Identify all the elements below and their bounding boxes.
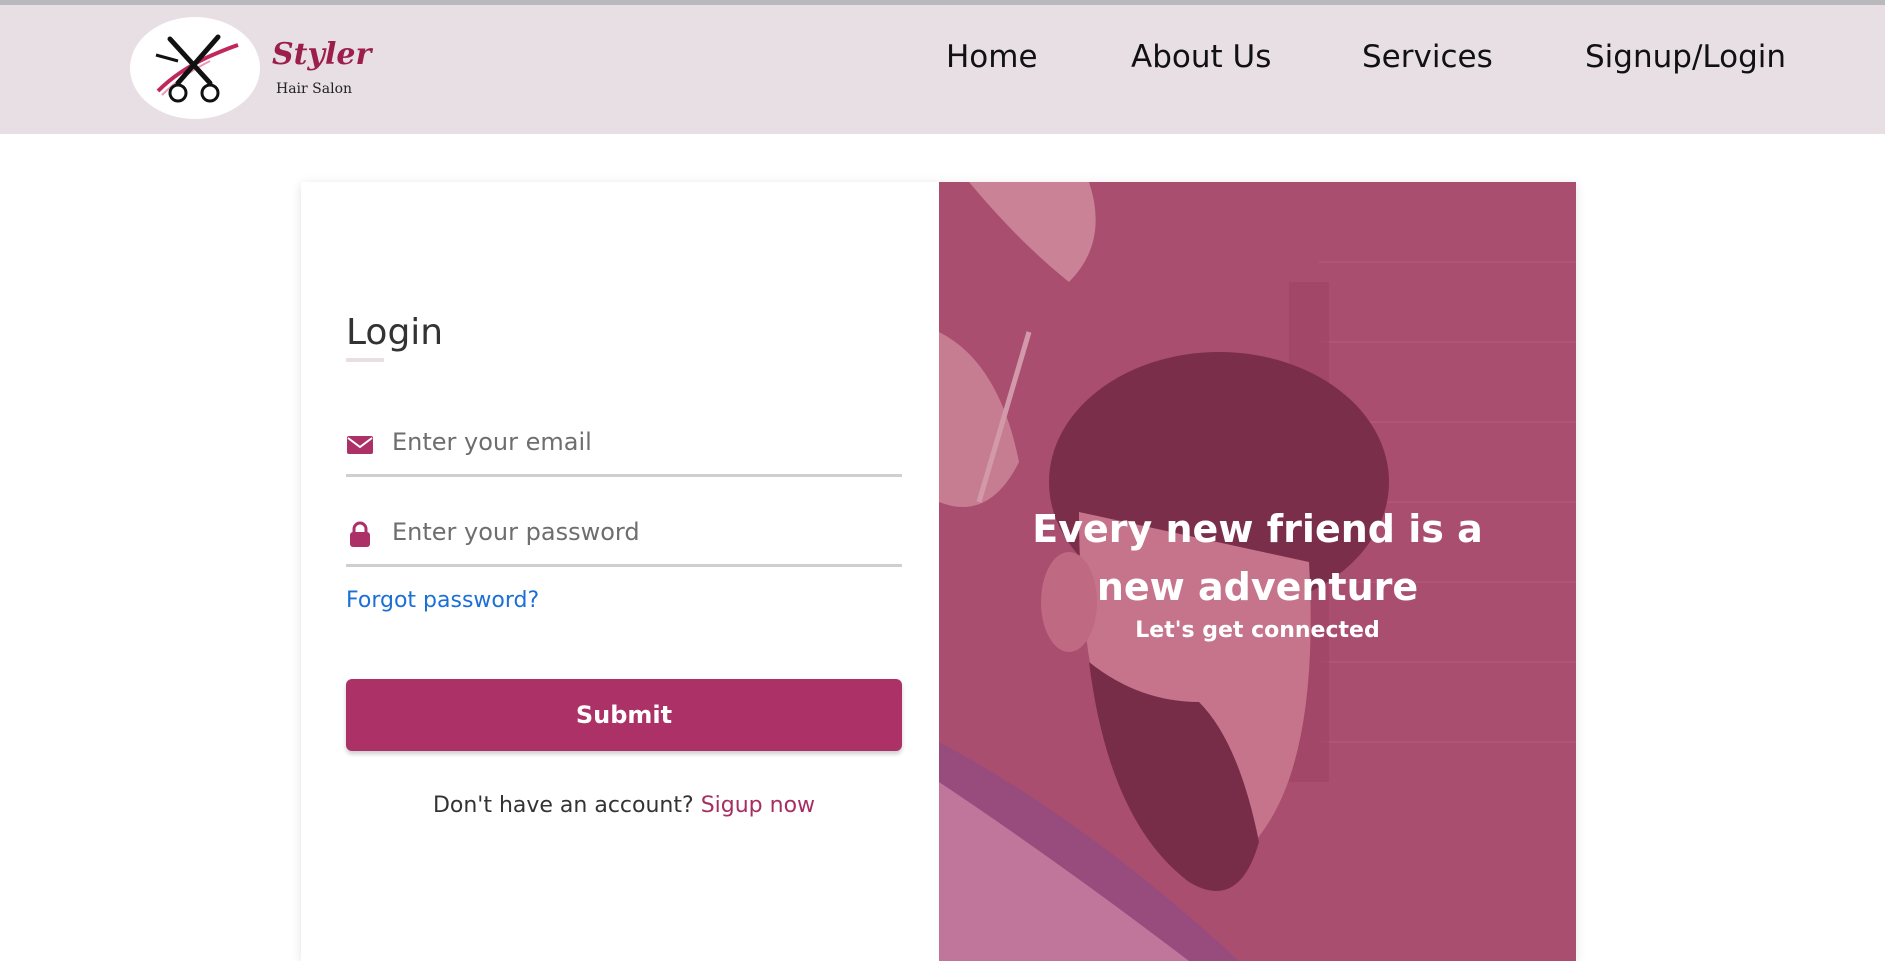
title-underline bbox=[346, 358, 384, 362]
envelope-icon bbox=[347, 436, 373, 454]
hero-text: Every new friend is a new adventure Let'… bbox=[939, 500, 1576, 643]
hero-heading: Every new friend is a new adventure bbox=[1032, 507, 1483, 609]
nav-services[interactable]: Services bbox=[1362, 39, 1493, 75]
signup-prompt-text: Don't have an account? bbox=[432, 793, 694, 818]
lock-icon bbox=[350, 521, 370, 547]
signup-now-link[interactable]: Sigup now bbox=[701, 793, 815, 818]
hero-subheading: Let's get connected bbox=[1135, 618, 1380, 643]
nav-about-us[interactable]: About Us bbox=[1131, 39, 1271, 75]
hero-image-panel: Every new friend is a new adventure Let'… bbox=[939, 182, 1576, 961]
nav-home[interactable]: Home bbox=[946, 39, 1038, 75]
brand-tagline: Hair Salon bbox=[276, 81, 353, 97]
brand-name: Styler bbox=[272, 37, 372, 72]
navbar: Styler Hair Salon Home About Us Services… bbox=[0, 5, 1885, 134]
password-field bbox=[346, 498, 902, 567]
forgot-password-link[interactable]: Forgot password? bbox=[346, 588, 539, 613]
email-input[interactable] bbox=[390, 418, 894, 466]
email-field bbox=[346, 408, 902, 477]
logo-badge bbox=[130, 17, 260, 119]
login-form: Login Forgot password? Submit Don't have… bbox=[301, 182, 939, 961]
password-input[interactable] bbox=[390, 508, 894, 556]
scissors-icon bbox=[155, 34, 239, 103]
login-card: Login Forgot password? Submit Don't have… bbox=[301, 182, 1576, 961]
brand-logo[interactable]: Styler Hair Salon bbox=[130, 17, 372, 121]
nav-signup-login[interactable]: Signup/Login bbox=[1585, 39, 1786, 75]
submit-button[interactable]: Submit bbox=[346, 679, 902, 751]
login-title: Login bbox=[346, 312, 444, 353]
signup-prompt-line: Don't have an account? Sigup now bbox=[346, 793, 902, 818]
